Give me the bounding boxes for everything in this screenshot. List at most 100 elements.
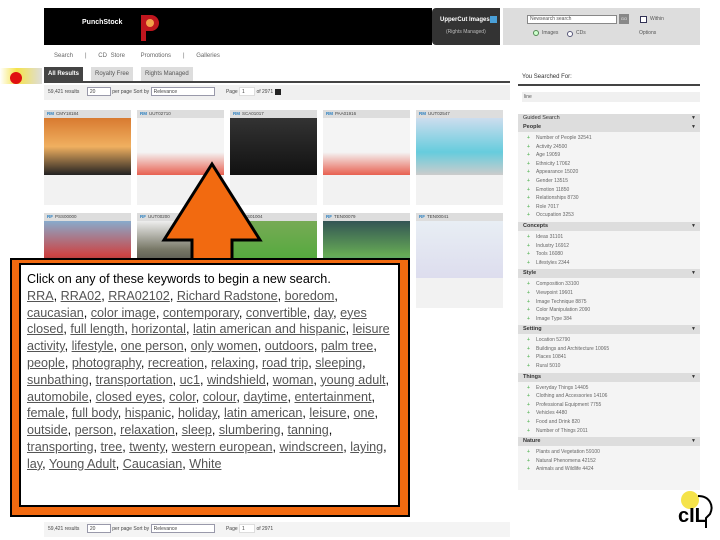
tab-royalty-free[interactable]: Royalty Free — [91, 67, 134, 81]
keyword-link[interactable]: leisure — [309, 406, 346, 420]
keyword-link[interactable]: uc1 — [180, 373, 200, 387]
keyword-link[interactable]: tree — [101, 440, 123, 454]
keyword-link[interactable]: transporting — [27, 440, 94, 454]
options-link[interactable]: Options — [639, 30, 656, 36]
group-header[interactable]: Concepts — [518, 221, 700, 231]
nav-galleries[interactable]: Galleries — [196, 53, 220, 59]
tab-all-results[interactable]: All Results — [44, 67, 84, 81]
facet-item[interactable]: Tools 16080 — [518, 250, 700, 259]
keyword-link[interactable]: recreation — [148, 356, 204, 370]
thumbnail-card[interactable]: RM PAA01916 — [323, 110, 410, 205]
within-checkbox[interactable] — [640, 16, 647, 23]
keyword-link[interactable]: hispanic — [125, 406, 171, 420]
nav-promotions[interactable]: Promotions — [141, 53, 171, 59]
keyword-link[interactable]: full body — [72, 406, 118, 420]
keyword-link[interactable]: photography — [72, 356, 141, 370]
keyword-link[interactable]: lifestyle — [72, 339, 114, 353]
facet-item[interactable]: Image Type 384 — [518, 315, 700, 324]
keyword-link[interactable]: windshield — [207, 373, 266, 387]
per-page-select[interactable]: 20 — [86, 87, 111, 97]
keyword-link[interactable]: relaxing — [211, 356, 255, 370]
facet-item[interactable]: Lifestyles 2344 — [518, 259, 700, 268]
facet-item[interactable]: Appearance 15020 — [518, 168, 700, 177]
sort-select[interactable]: Relevance — [150, 87, 215, 97]
facet-item[interactable]: Places 10841 — [518, 353, 700, 362]
keyword-link[interactable]: one — [354, 406, 375, 420]
facet-item[interactable]: Viewpoint 19601 — [518, 289, 700, 298]
facet-item[interactable]: Food and Drink 820 — [518, 418, 700, 427]
keyword-link[interactable]: twenty — [129, 440, 164, 454]
keyword-link[interactable]: latin american — [224, 406, 302, 420]
thumbnail-card[interactable]: RM UUT02547 — [416, 110, 503, 205]
facet-item[interactable]: Role 7017 — [518, 203, 700, 212]
thumbnail-image[interactable] — [44, 118, 131, 175]
keyword-link[interactable]: outside — [27, 423, 68, 437]
keyword-link[interactable]: color image — [91, 306, 156, 320]
facet-item[interactable]: Occupation 3253 — [518, 211, 700, 220]
keyword-link[interactable]: boredom — [285, 289, 335, 303]
facet-item[interactable]: Age 19059 — [518, 151, 700, 160]
per-page-select[interactable]: 20 — [86, 524, 111, 534]
keyword-link[interactable]: transportation — [96, 373, 173, 387]
page-input[interactable]: 1 — [239, 524, 256, 534]
images-radio[interactable] — [533, 30, 539, 36]
facet-item[interactable]: Emotion 11850 — [518, 186, 700, 195]
facet-item[interactable]: Number of Things 2011 — [518, 427, 700, 436]
keyword-link[interactable]: RRA02102 — [108, 289, 170, 303]
facet-item[interactable]: Ideas 31101 — [518, 233, 700, 242]
keyword-link[interactable]: palm tree — [321, 339, 374, 353]
keyword-link[interactable]: windscreen — [280, 440, 344, 454]
keyword-link[interactable]: RRA — [27, 289, 54, 303]
keyword-link[interactable]: closed eyes — [96, 390, 163, 404]
keyword-link[interactable]: horizontal — [131, 322, 186, 336]
thumbnail-image[interactable] — [416, 221, 503, 278]
keyword-link[interactable]: Young Adult — [49, 457, 116, 471]
keyword-link[interactable]: lay — [27, 457, 42, 471]
facet-item[interactable]: Location 52790 — [518, 336, 700, 345]
keyword-link[interactable]: entertainment — [294, 390, 371, 404]
keyword-link[interactable]: White — [189, 457, 221, 471]
keyword-link[interactable]: sunbathing — [27, 373, 89, 387]
group-header[interactable]: Style — [518, 269, 700, 279]
group-header[interactable]: Setting — [518, 325, 700, 335]
facet-item[interactable]: Vehicles 4480 — [518, 409, 700, 418]
keyword-link[interactable]: RRA02 — [61, 289, 102, 303]
keyword-link[interactable]: colour — [203, 390, 237, 404]
keyword-link[interactable]: holiday — [178, 406, 217, 420]
facet-item[interactable]: Natural Phenomena 42152 — [518, 457, 700, 466]
facet-item[interactable]: Everyday Things 14405 — [518, 384, 700, 393]
thumbnail-image[interactable] — [416, 118, 503, 175]
keyword-link[interactable]: caucasian — [27, 306, 84, 320]
facet-item[interactable]: Gender 13515 — [518, 177, 700, 186]
facet-item[interactable]: Ethnicity 17062 — [518, 160, 700, 169]
keyword-link[interactable]: female — [27, 406, 65, 420]
keyword-link[interactable]: automobile — [27, 390, 89, 404]
facet-item[interactable]: Relationships 8730 — [518, 194, 700, 203]
nav-search[interactable]: Search — [54, 53, 73, 59]
keyword-link[interactable]: young adult — [320, 373, 385, 387]
keyword-link[interactable]: Caucasian — [123, 457, 183, 471]
keyword-link[interactable]: sleeping — [315, 356, 362, 370]
go-button[interactable]: GO — [619, 14, 629, 24]
keyword-link[interactable]: people — [27, 356, 65, 370]
keyword-link[interactable]: day — [314, 306, 333, 320]
keyword-link[interactable]: relaxation — [120, 423, 175, 437]
group-header[interactable]: People — [518, 123, 700, 132]
keyword-link[interactable]: person — [75, 423, 114, 437]
thumbnail-image[interactable] — [323, 118, 410, 175]
keyword-link[interactable]: western european — [172, 440, 273, 454]
guided-search-header[interactable]: Guided Search — [518, 114, 700, 123]
group-header[interactable]: Nature — [518, 437, 700, 447]
keyword-link[interactable]: color — [169, 390, 196, 404]
group-header[interactable]: Things — [518, 372, 700, 382]
facet-item[interactable]: Activity 24500 — [518, 143, 700, 152]
keyword-link[interactable]: latin american and hispanic — [193, 322, 346, 336]
keyword-link[interactable]: tanning — [287, 423, 328, 437]
keyword-link[interactable]: one person — [121, 339, 184, 353]
facet-item[interactable]: Image Technique 8875 — [518, 298, 700, 307]
keyword-link[interactable]: only women — [191, 339, 258, 353]
tab-rights-managed[interactable]: Rights Managed — [141, 67, 193, 81]
keyword-link[interactable]: sleep — [182, 423, 212, 437]
keyword-link[interactable]: contemporary — [163, 306, 239, 320]
facet-item[interactable]: Buildings and Architecture 10065 — [518, 345, 700, 354]
